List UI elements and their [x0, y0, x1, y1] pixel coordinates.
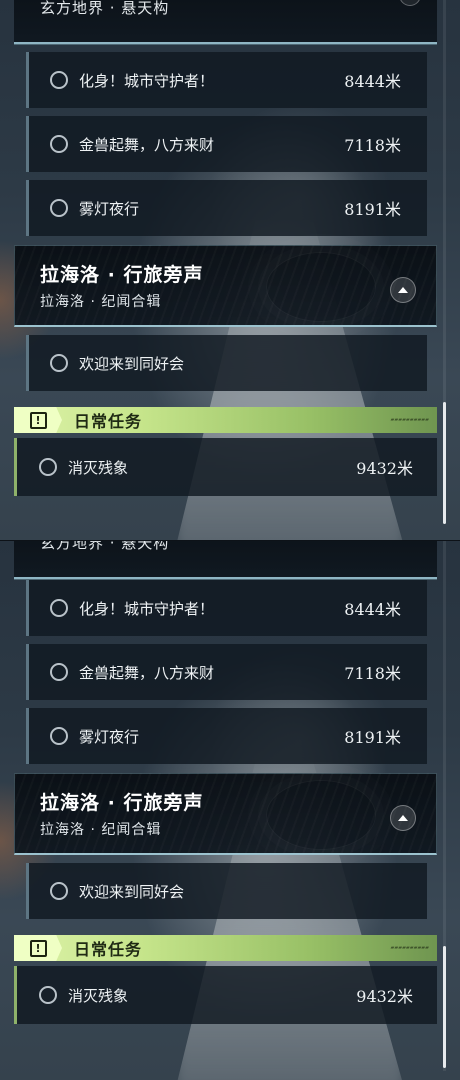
quest-name: 欢迎来到同好会 — [79, 882, 185, 901]
quest-status-circle-icon — [50, 882, 68, 900]
region-header[interactable]: 拉海洛 · 行旅旁声 拉海洛 · 纪闻合辑 — [14, 245, 437, 327]
daily-title: 日常任务 — [74, 412, 143, 431]
quest-list-panel-2: 玄方地界 · 悬天构 化身！城市守护者！ 8444米 金兽起舞，八方来财 711… — [0, 540, 460, 1080]
quest-distance: 8191米 — [344, 728, 401, 747]
alert-icon: ! — [14, 407, 62, 433]
chevron-up-icon — [398, 815, 408, 821]
daily-section-header[interactable]: ! 日常任务 ▰▰▰▰▰▰▰▰▰▰ — [14, 935, 437, 961]
region-header-collapsed[interactable]: 玄方地界 · 悬天构 — [14, 540, 437, 579]
region-subtitle: 玄方地界 · 悬天构 — [40, 540, 170, 552]
quest-status-circle-icon — [39, 458, 57, 476]
quest-distance: 7118米 — [344, 136, 401, 155]
quest-status-circle-icon — [50, 599, 68, 617]
region-subtitle: 玄方地界 · 悬天构 — [40, 0, 170, 17]
alert-icon: ! — [14, 935, 62, 961]
contour-decoration — [266, 252, 376, 322]
quest-item[interactable]: 化身！城市守护者！ 8444米 — [26, 580, 427, 636]
quest-name: 雾灯夜行 — [79, 727, 140, 746]
quest-name: 金兽起舞，八方来财 — [79, 663, 215, 682]
quest-item[interactable]: 雾灯夜行 8191米 — [26, 180, 427, 236]
daily-section-header[interactable]: ! 日常任务 ▰▰▰▰▰▰▰▰▰▰ — [14, 407, 437, 433]
quest-name: 化身！城市守护者！ — [79, 599, 215, 618]
quest-list-panel-1: 玄方地界 · 悬天构 化身！城市守护者！ 8444米 金兽起舞，八方来财 711… — [0, 0, 460, 540]
contour-decoration — [266, 780, 376, 850]
quest-distance: 8444米 — [344, 72, 401, 91]
quest-status-circle-icon — [50, 354, 68, 372]
chevron-up-icon — [398, 287, 408, 293]
quest-name: 金兽起舞，八方来财 — [79, 135, 215, 154]
quest-item[interactable]: 金兽起舞，八方来财 7118米 — [26, 116, 427, 172]
region-title: 拉海洛 · 行旅旁声 — [40, 264, 204, 286]
region-subtitle: 拉海洛 · 纪闻合辑 — [40, 294, 162, 310]
quest-distance: 9432米 — [356, 459, 413, 478]
daily-title: 日常任务 — [74, 940, 143, 959]
quest-item[interactable]: 化身！城市守护者！ 8444米 — [26, 52, 427, 108]
quest-name: 化身！城市守护者！ — [79, 71, 215, 90]
scrollbar-thumb[interactable] — [443, 402, 446, 524]
quest-status-circle-icon — [50, 135, 68, 153]
daily-tag-decoration: ▰▰▰▰▰▰▰▰▰▰ — [390, 945, 429, 951]
quest-item[interactable]: 欢迎来到同好会 — [26, 335, 427, 391]
quest-status-circle-icon — [50, 727, 68, 745]
region-subtitle: 拉海洛 · 纪闻合辑 — [40, 822, 162, 838]
quest-distance: 9432米 — [356, 987, 413, 1006]
daily-quest-item[interactable]: 消灭残象 9432米 — [14, 966, 437, 1024]
collapse-button[interactable] — [390, 805, 416, 831]
scrollbar-thumb[interactable] — [443, 946, 446, 1068]
quest-status-circle-icon — [50, 199, 68, 217]
quest-name: 欢迎来到同好会 — [79, 354, 185, 373]
quest-name: 消灭残象 — [68, 986, 129, 1005]
quest-item[interactable]: 雾灯夜行 8191米 — [26, 708, 427, 764]
region-header-collapsed[interactable]: 玄方地界 · 悬天构 — [14, 0, 437, 44]
quest-distance: 8191米 — [344, 200, 401, 219]
collapse-button[interactable] — [390, 277, 416, 303]
region-title: 拉海洛 · 行旅旁声 — [40, 792, 204, 814]
quest-status-circle-icon — [50, 663, 68, 681]
quest-item[interactable]: 欢迎来到同好会 — [26, 863, 427, 919]
daily-quest-item[interactable]: 消灭残象 9432米 — [14, 438, 437, 496]
quest-item[interactable]: 金兽起舞，八方来财 7118米 — [26, 644, 427, 700]
quest-status-circle-icon — [50, 71, 68, 89]
daily-tag-decoration: ▰▰▰▰▰▰▰▰▰▰ — [390, 417, 429, 423]
quest-distance: 8444米 — [344, 600, 401, 619]
region-header[interactable]: 拉海洛 · 行旅旁声 拉海洛 · 纪闻合辑 — [14, 773, 437, 855]
quest-status-circle-icon — [39, 986, 57, 1004]
quest-distance: 7118米 — [344, 664, 401, 683]
quest-name: 雾灯夜行 — [79, 199, 140, 218]
quest-name: 消灭残象 — [68, 458, 129, 477]
collapse-icon[interactable] — [399, 0, 421, 6]
